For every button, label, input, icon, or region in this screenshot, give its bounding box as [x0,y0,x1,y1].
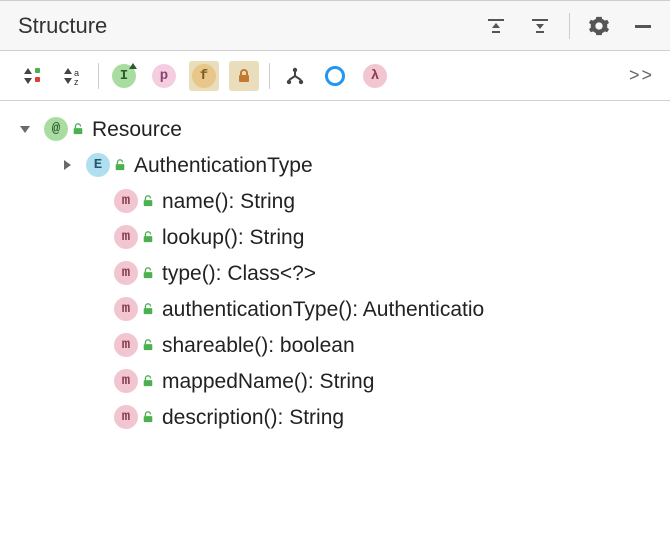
public-lock-icon [142,375,154,387]
tree-row[interactable]: m type(): Class<?> [8,255,670,291]
node-label: shareable(): boolean [162,335,355,356]
sort-alpha-icon: a z [61,64,85,88]
ring-icon [325,66,345,86]
divider [569,13,570,39]
divider [269,63,270,89]
title-actions [481,11,658,41]
up-arrow-icon [129,63,137,71]
field-badge-icon: f [192,64,216,88]
toolbar-overflow-button[interactable]: >> [625,65,658,86]
lambda-badge-icon: λ [363,64,387,88]
hide-button[interactable] [628,11,658,41]
node-icons: m [114,261,154,285]
method-badge-icon: m [114,189,138,213]
filter-field-button[interactable]: f [189,61,219,91]
settings-button[interactable] [584,11,614,41]
svg-text:z: z [74,77,79,87]
node-icons: m [114,225,154,249]
node-label: type(): Class<?> [162,263,316,284]
node-label: lookup(): String [162,227,304,248]
tree-row[interactable]: m lookup(): String [8,219,670,255]
node-label: authenticationType(): Authenticatio [162,299,484,320]
collapse-all-icon [530,16,550,36]
structure-panel: Structure [0,0,670,556]
node-label: name(): String [162,191,295,212]
tree-row[interactable]: m shareable(): boolean [8,327,670,363]
filter-lock-button[interactable] [229,61,259,91]
node-label: mappedName(): String [162,371,374,392]
node-label: Resource [92,119,182,140]
tree-row[interactable]: m description(): String [8,399,670,435]
tree-row[interactable]: m mappedName(): String [8,363,670,399]
fork-icon [285,66,305,86]
public-lock-icon [142,411,154,423]
tree-root-row[interactable]: @ Resource [8,111,670,147]
public-lock-icon [142,231,154,243]
chevron-right-icon[interactable] [60,158,78,172]
gear-icon [588,15,610,37]
sort-visibility-icon [21,64,45,88]
expand-all-icon [486,16,506,36]
tree-row[interactable]: E AuthenticationType [8,147,670,183]
title-bar: Structure [0,1,670,51]
method-badge-icon: m [114,225,138,249]
public-lock-icon [114,159,126,171]
expand-all-button[interactable] [481,11,511,41]
method-badge-icon: m [114,369,138,393]
filter-class-button[interactable]: I [109,61,139,91]
filter-package-button[interactable]: p [149,61,179,91]
structure-tree: @ Resource E AuthenticationType [0,101,670,445]
tree-row[interactable]: m authenticationType(): Authenticatio [8,291,670,327]
node-icons: m [114,189,154,213]
lock-icon [236,68,252,84]
filter-lambda-button[interactable]: λ [360,61,390,91]
node-label: AuthenticationType [134,155,313,176]
package-badge-icon: p [152,64,176,88]
minimize-icon [633,16,653,36]
sort-visibility-button[interactable] [18,61,48,91]
sort-alpha-button[interactable]: a z [58,61,88,91]
node-icons: m [114,297,154,321]
method-badge-icon: m [114,405,138,429]
method-badge-icon: m [114,333,138,357]
public-lock-icon [142,267,154,279]
node-icons: E [86,153,126,177]
public-lock-icon [142,195,154,207]
node-icons: @ [44,117,84,141]
filter-inherited-button[interactable] [280,61,310,91]
divider [98,63,99,89]
collapse-all-button[interactable] [525,11,555,41]
method-badge-icon: m [114,261,138,285]
chevron-down-icon[interactable] [18,122,36,136]
panel-title: Structure [18,13,107,39]
public-lock-icon [142,303,154,315]
toolbar: a z I p f [0,51,670,101]
method-badge-icon: m [114,297,138,321]
node-label: description(): String [162,407,344,428]
tree-row[interactable]: m name(): String [8,183,670,219]
public-lock-icon [142,339,154,351]
public-lock-icon [72,123,84,135]
filter-anonymous-button[interactable] [320,61,350,91]
enum-badge-icon: E [86,153,110,177]
class-badge-icon: I [112,64,136,88]
node-icons: m [114,369,154,393]
node-icons: m [114,405,154,429]
annotation-badge-icon: @ [44,117,68,141]
node-icons: m [114,333,154,357]
